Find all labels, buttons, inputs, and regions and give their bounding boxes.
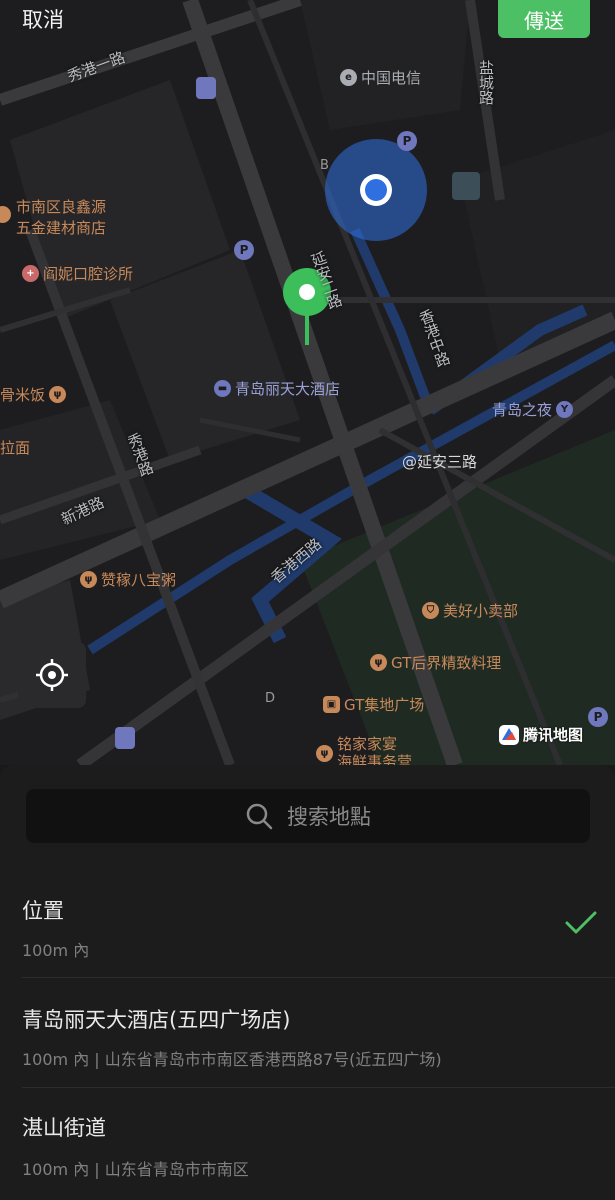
- poi-label: 美好小卖部: [443, 602, 519, 620]
- location-pin-center: [299, 284, 315, 300]
- search-icon: [246, 803, 273, 830]
- search-input[interactable]: 搜索地點: [26, 789, 590, 843]
- parking-icon: P: [397, 131, 417, 151]
- poi-label: GT后界精致料理: [391, 654, 502, 672]
- telecom-icon: e: [340, 69, 357, 86]
- poi-hotel[interactable]: ▬ 青岛丽天大酒店: [214, 378, 340, 399]
- location-title: 青岛丽天大酒店(五四广场店): [22, 1008, 291, 1032]
- poi-label: 青岛丽天大酒店: [235, 380, 341, 398]
- my-location-dot: [365, 179, 387, 201]
- poi-label: @延安三路: [402, 453, 478, 471]
- poi-label: 阎妮口腔诊所: [43, 265, 134, 283]
- poi-label: 赞稼八宝粥: [101, 571, 177, 589]
- location-title: 湛山街道: [22, 1116, 106, 1140]
- location-title: 位置: [22, 899, 64, 923]
- poi-zanjia[interactable]: ψ 赞稼八宝粥: [80, 569, 176, 590]
- poi-label: 五金建材商店: [16, 219, 107, 237]
- restaurant-icon: ψ: [49, 386, 67, 403]
- restaurant-icon: ψ: [370, 654, 387, 671]
- location-subtitle: 100m 內 | 山东省青岛市市南区: [22, 1160, 249, 1179]
- parking-icon: P: [588, 707, 608, 727]
- bus-stop-icon: [115, 727, 135, 749]
- restaurant-icon: ψ: [80, 571, 97, 588]
- poi-label: 青岛之夜: [492, 401, 553, 419]
- medical-cross-icon: +: [22, 265, 39, 282]
- location-list-item[interactable]: 湛山街道 100m 內 | 山东省青岛市市南区: [0, 1088, 615, 1200]
- poi-night[interactable]: 青岛之夜 Y: [492, 399, 574, 420]
- hotel-icon: ▬: [214, 380, 231, 397]
- locate-me-button[interactable]: [18, 642, 86, 708]
- poi-label: 铭家家宴: [337, 735, 398, 753]
- poi-label: 骨米饭: [0, 386, 46, 404]
- bus-stop-icon: [196, 77, 216, 99]
- poi-yanan-3[interactable]: @延安三路: [402, 451, 477, 472]
- location-subtitle: 100m 內 | 山东省青岛市市南区香港西路87号(近五四广场): [22, 1050, 442, 1069]
- poi-china-telecom[interactable]: e 中国电信: [340, 67, 421, 88]
- map-letter-b: B: [320, 158, 329, 173]
- send-button[interactable]: 傳送: [498, 0, 590, 38]
- poi-label: 海鲜事务营: [337, 753, 413, 765]
- road-label-yancheng: 盐城路: [477, 60, 495, 105]
- location-list-item[interactable]: 青岛丽天大酒店(五四广场店) 100m 內 | 山东省青岛市市南区香港西路87号…: [0, 978, 615, 1087]
- search-placeholder: 搜索地點: [287, 805, 371, 829]
- poi-gt-plaza[interactable]: ▣ GT集地广场: [323, 694, 424, 715]
- location-list-item[interactable]: 位置 100m 內: [0, 877, 615, 977]
- shopping-cart-icon: ⛉: [422, 602, 439, 619]
- restaurant-icon: ψ: [316, 744, 333, 762]
- checkmark-icon: [565, 911, 597, 934]
- poi-gt-restaurant[interactable]: ψ GT后界精致料理: [370, 652, 501, 673]
- poi-label: 拉面: [0, 439, 31, 457]
- poi-mingjia[interactable]: ψ 铭家家宴 海鲜事务营: [316, 735, 412, 765]
- map-view[interactable]: 秀港一路 盐城路 延安二路 香港中路 秀港路 新港路 香港西路 B D P P …: [0, 0, 615, 765]
- poi-lamian[interactable]: 拉面: [0, 437, 30, 458]
- map-letter-d: D: [265, 691, 276, 706]
- map-brand: 腾讯地图: [499, 724, 583, 745]
- location-sheet: 搜索地點 位置 100m 內 青岛丽天大酒店(五四广场店) 100m 內 | 山…: [0, 765, 615, 1200]
- bar-icon: Y: [556, 401, 574, 418]
- parking-icon: P: [234, 240, 254, 260]
- location-subtitle: 100m 內: [22, 941, 90, 960]
- poi-dental[interactable]: + 阎妮口腔诊所: [22, 263, 133, 284]
- map-brand-label: 腾讯地图: [523, 726, 584, 744]
- poi-meihao[interactable]: ⛉ 美好小卖部: [422, 600, 518, 621]
- poi-gumifan[interactable]: 骨米饭 ψ: [0, 384, 67, 405]
- poi-label: 市南区良鑫源: [16, 198, 107, 216]
- cancel-button[interactable]: 取消: [22, 4, 64, 34]
- tencent-map-logo-icon: [499, 724, 519, 745]
- mall-icon: ▣: [323, 696, 340, 713]
- crosshair-icon: [36, 659, 68, 691]
- poi-label: 中国电信: [361, 69, 422, 87]
- poi-liangxinyuan[interactable]: 市南区良鑫源 五金建材商店: [0, 196, 106, 238]
- restroom-icon: [452, 172, 480, 200]
- top-bar: 取消 傳送: [0, 0, 615, 40]
- poi-label: GT集地广场: [344, 696, 425, 714]
